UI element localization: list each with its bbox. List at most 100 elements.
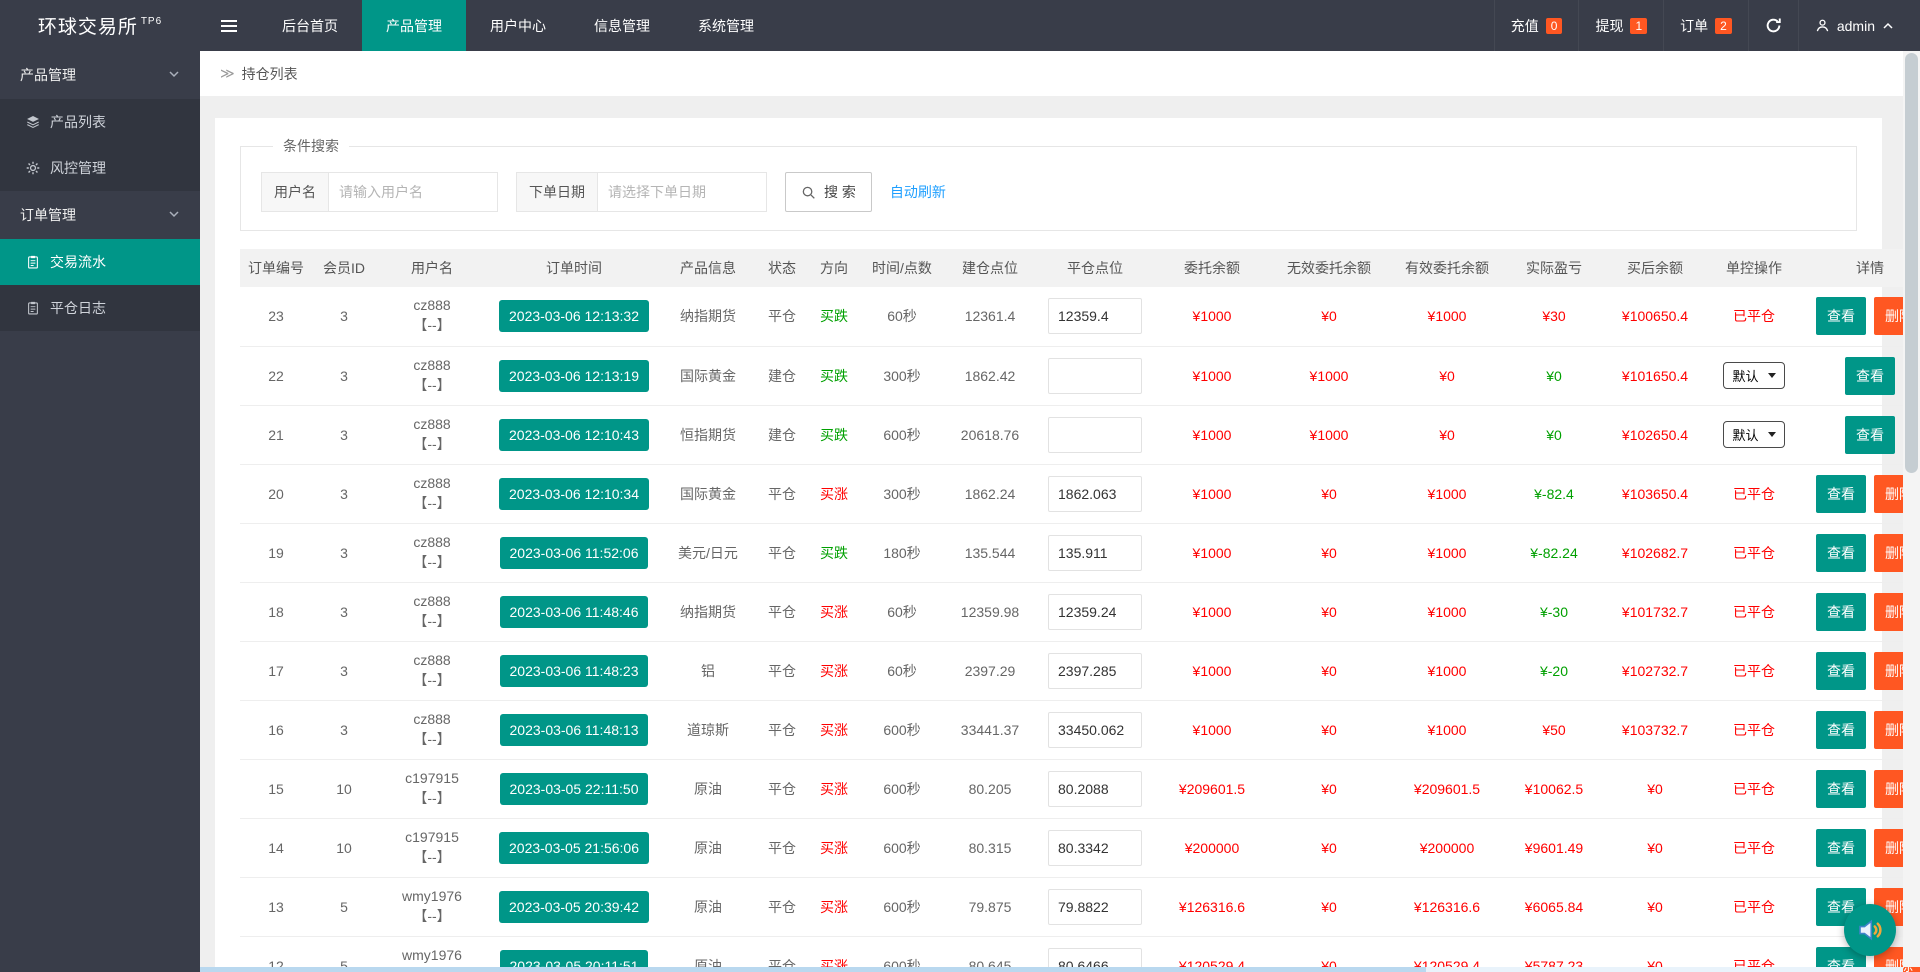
view-button[interactable]: 查看 [1816,297,1866,336]
horizontal-scrollbar[interactable] [200,967,1903,972]
sidebar-item-risk-management[interactable]: 风控管理 [0,145,200,191]
order-date-group: 下单日期 [516,172,767,212]
view-button[interactable]: 查看 [1816,769,1866,808]
cell-control: 已平仓 [1708,877,1800,937]
notice-recharge[interactable]: 充值 0 [1493,0,1579,51]
close-point-input[interactable] [1048,357,1142,394]
view-button[interactable]: 查看 [1816,474,1866,513]
vertical-scrollbar-thumb[interactable] [1905,53,1918,473]
view-button[interactable]: 查看 [1816,592,1866,631]
direction-text: 买跌 [820,367,848,384]
username-subtext: 【--】 [413,553,451,570]
order-time-button[interactable]: 2023-03-05 22:11:50 [499,772,649,805]
cell-valid_entrust: ¥209601.5 [1388,759,1506,819]
cell-profit: ¥50 [1506,700,1602,760]
notice-order-badge: 2 [1715,17,1732,34]
cell-status: 平仓 [756,818,808,878]
nav-item-home[interactable]: 后台首页 [258,0,362,51]
auto-refresh-link[interactable]: 自动刷新 [890,182,946,202]
view-button[interactable]: 查看 [1816,710,1866,749]
product-text: 道琼斯 [687,721,729,738]
invalid-entrust-value: ¥0 [1321,485,1337,502]
sidebar-item-trade-flow[interactable]: 交易流水 [0,239,200,285]
close-point-input[interactable] [1048,711,1142,748]
closed-status-text: 已平仓 [1733,898,1775,915]
profit-value: ¥-82.24 [1530,544,1578,561]
order-time-button[interactable]: 2023-03-06 11:52:06 [499,536,649,569]
order-time-button[interactable]: 2023-03-05 21:56:06 [499,831,649,864]
close-point-input[interactable] [1048,829,1142,866]
cell-actions: 查看 删除 [1800,641,1920,701]
view-button[interactable]: 查看 [1816,651,1866,690]
cell-profit: ¥-30 [1506,582,1602,642]
view-button[interactable]: 查看 [1816,533,1866,572]
cell-balance_after: ¥102732.7 [1602,641,1708,701]
sidebar-group-product-management[interactable]: 产品管理 [0,51,200,99]
order-time-button[interactable]: 2023-03-06 11:48:23 [499,654,649,687]
username-subtext: 【--】 [413,317,451,334]
cell-actions: 查看 删除 [1800,700,1920,760]
username-subtext: 【--】 [413,671,451,688]
nav-item-system[interactable]: 系统管理 [674,0,778,51]
view-button[interactable]: 查看 [1845,415,1895,454]
cell-balance_after: ¥103650.4 [1602,464,1708,524]
cell-profit: ¥-82.24 [1506,523,1602,583]
horizontal-scrollbar-thumb[interactable] [200,967,1427,972]
cell-duration: 600秒 [860,759,944,819]
cell-duration: 60秒 [860,582,944,642]
order-time-button[interactable]: 2023-03-06 12:10:34 [499,477,649,510]
close-point-input[interactable] [1048,298,1142,335]
profit-value: ¥6065.84 [1524,898,1584,915]
order-time-button[interactable]: 2023-03-05 20:39:42 [499,890,649,923]
status-text: 建仓 [768,426,796,443]
notice-withdraw[interactable]: 提现 1 [1578,0,1663,51]
cell-direction: 买跌 [808,346,860,406]
close-point-input[interactable] [1048,652,1142,689]
sidebar-item-close-position-log[interactable]: 平仓日志 [0,285,200,331]
cell-order_no: 23 [240,287,312,347]
member-id-text: 3 [340,603,348,620]
menu-toggle-icon[interactable] [200,0,258,51]
user-menu[interactable]: admin [1797,0,1920,51]
cell-duration: 300秒 [860,346,944,406]
direction-text: 买跌 [820,308,848,325]
cell-order_no: 19 [240,523,312,583]
cell-product: 道琼斯 [660,700,756,760]
search-button[interactable]: 搜 索 [785,172,872,212]
close-point-input[interactable] [1048,770,1142,807]
notice-order[interactable]: 订单 2 [1663,0,1748,51]
valid-entrust-value: ¥0 [1439,367,1455,384]
nav-item-info[interactable]: 信息管理 [570,0,674,51]
close-point-input[interactable] [1048,475,1142,512]
nav-item-user-center[interactable]: 用户中心 [466,0,570,51]
close-point-input[interactable] [1048,416,1142,453]
view-button[interactable]: 查看 [1816,828,1866,867]
cell-duration: 60秒 [860,287,944,347]
cell-username: cz888 【--】 [376,405,488,465]
username-input[interactable] [328,172,498,212]
sidebar-item-product-list[interactable]: 产品列表 [0,99,200,145]
cell-order_no: 15 [240,759,312,819]
vertical-scrollbar[interactable] [1903,51,1920,967]
view-button[interactable]: 查看 [1845,356,1895,395]
control-select[interactable]: 默认 [1723,421,1785,448]
order-time-button[interactable]: 2023-03-06 12:13:19 [499,359,649,392]
order-date-input[interactable] [597,172,767,212]
order-time-button[interactable]: 2023-03-06 12:13:32 [499,300,649,333]
order-time-button[interactable]: 2023-03-06 11:48:13 [499,713,649,746]
order-time-button[interactable]: 2023-03-06 12:10:43 [499,418,649,451]
sidebar-group-order-management[interactable]: 订单管理 [0,191,200,239]
close-point-input[interactable] [1048,888,1142,925]
open-point-text: 12359.98 [960,603,1020,620]
nav-item-product[interactable]: 产品管理 [362,0,466,51]
refresh-button[interactable] [1747,0,1798,51]
cell-control: 已平仓 [1708,700,1800,760]
valid-entrust-value: ¥1000 [1427,485,1467,502]
close-point-input[interactable] [1048,534,1142,571]
invalid-entrust-value: ¥0 [1321,839,1337,856]
control-select[interactable]: 默认 [1723,362,1785,389]
close-point-input[interactable] [1048,593,1142,630]
sound-toggle-button[interactable] [1844,904,1896,956]
order-time-button[interactable]: 2023-03-06 11:48:46 [499,595,649,628]
balance-after-value: ¥102650.4 [1621,426,1689,443]
